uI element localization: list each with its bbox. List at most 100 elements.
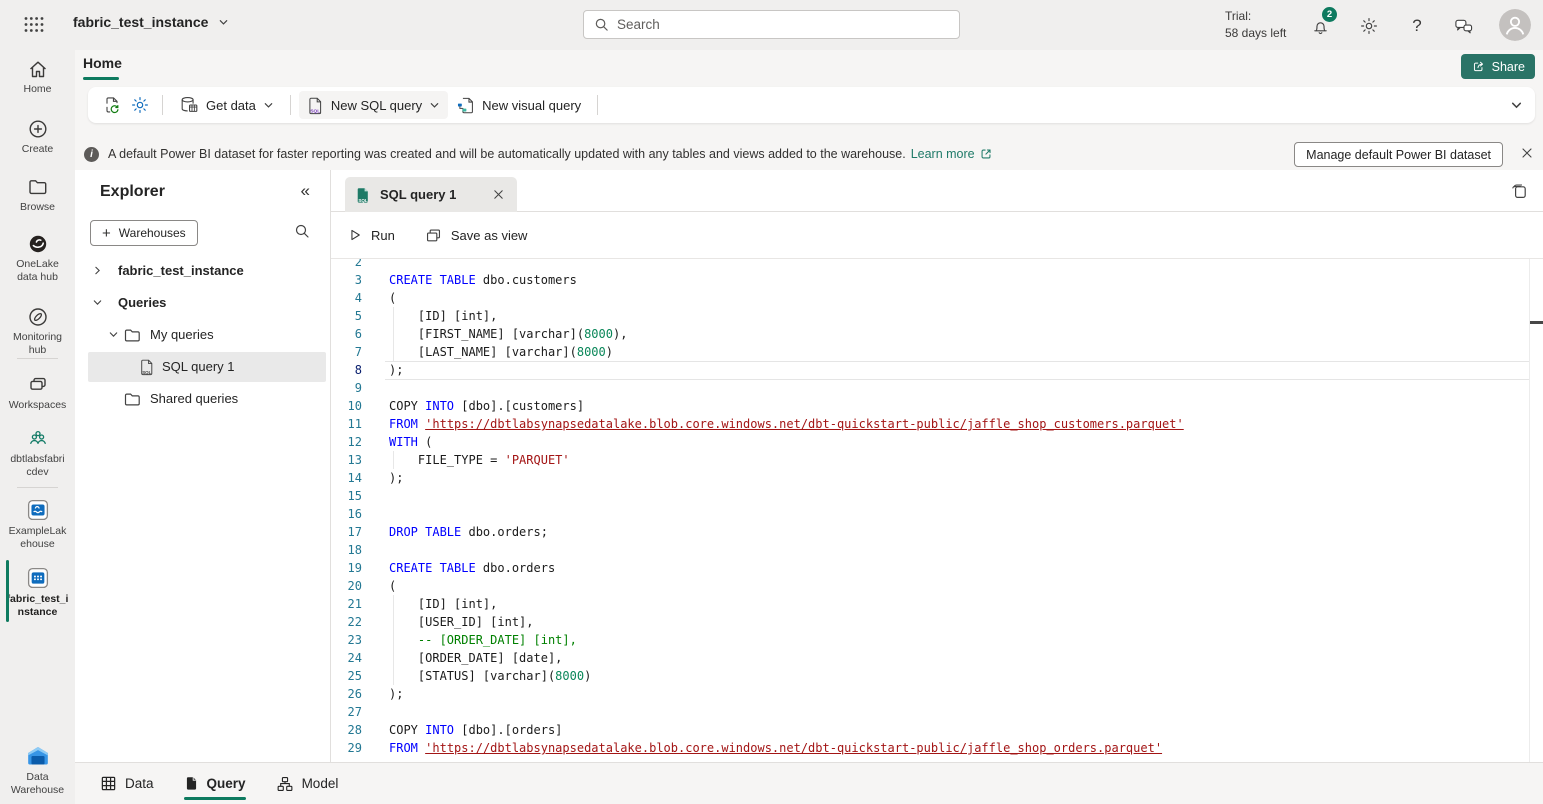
onelake-icon [0, 233, 75, 255]
help-icon[interactable]: ? [1406, 15, 1428, 37]
code-line-11[interactable]: 11FROM 'https://dbtlabsynapsedatalake.bl… [331, 415, 1529, 433]
code-line-7[interactable]: 7 [LAST_NAME] [varchar](8000) [331, 343, 1529, 361]
code-line-12[interactable]: 12WITH ( [331, 433, 1529, 451]
code-line-15[interactable]: 15 [331, 487, 1529, 505]
get-data-button[interactable]: Get data [171, 91, 282, 119]
toolbar-divider [162, 95, 163, 115]
code-line-3[interactable]: 3CREATE TABLE dbo.customers [331, 271, 1529, 289]
tree-item-queries[interactable]: Queries [75, 287, 330, 319]
code-line-28[interactable]: 28COPY INTO [dbo].[orders] [331, 721, 1529, 739]
workspace-switcher[interactable]: fabric_test_instance [73, 14, 229, 30]
banner-close-icon[interactable] [1520, 146, 1534, 160]
settings-gear-icon[interactable] [1358, 15, 1380, 37]
code-line-17[interactable]: 17DROP TABLE dbo.orders; [331, 523, 1529, 541]
code-line-8[interactable]: 8); [331, 361, 1529, 379]
chevron-down-icon[interactable] [92, 297, 103, 308]
nav-item-label: ehouse [0, 538, 75, 551]
line-text: CREATE TABLE dbo.customers [389, 271, 577, 289]
user-avatar[interactable] [1499, 9, 1531, 41]
tree-item-my-queries[interactable]: My queries [75, 319, 330, 351]
code-line-26[interactable]: 26); [331, 685, 1529, 703]
feedback-icon[interactable] [1452, 15, 1474, 37]
nav-item-browse[interactable]: Browse [0, 176, 75, 214]
nav-item-label: Home [0, 83, 75, 96]
code-line-24[interactable]: 24 [ORDER_DATE] [date], [331, 649, 1529, 667]
nav-item-examplelakehouse[interactable]: ExampleLakehouse [0, 498, 75, 551]
tab-title: SQL query 1 [380, 187, 481, 202]
nav-item-workspaces[interactable]: Workspaces [0, 374, 75, 412]
nav-item-monitoring-hub[interactable]: Monitoringhub [0, 306, 75, 357]
code-line-20[interactable]: 20( [331, 577, 1529, 595]
add-warehouses-button[interactable]: + Warehouses [90, 220, 198, 246]
collapse-panel-icon[interactable]: « [301, 181, 310, 201]
overview-cursor-marker [1530, 321, 1543, 324]
code-line-21[interactable]: 21 [ID] [int], [331, 595, 1529, 613]
editor-overview-ruler[interactable] [1529, 259, 1543, 762]
code-line-10[interactable]: 10COPY INTO [dbo].[customers] [331, 397, 1529, 415]
code-line-18[interactable]: 18 [331, 541, 1529, 559]
tree-item-shared-queries[interactable]: Shared queries [75, 383, 330, 415]
chevron-right-icon[interactable] [92, 265, 103, 276]
code-line-23[interactable]: 23 -- [ORDER_DATE] [int], [331, 631, 1529, 649]
tree-item-sql-query-1[interactable]: SQLSQL query 1 [75, 351, 330, 383]
people-icon [0, 428, 75, 450]
tree-item-label: Queries [118, 295, 166, 310]
nav-item-onelake-data-hub[interactable]: OneLakedata hub [0, 233, 75, 284]
nav-item-create[interactable]: Create [0, 118, 75, 156]
left-nav-rail: Home Create Browse OneLakedata hub Monitorin… [0, 50, 75, 804]
code-line-19[interactable]: 19CREATE TABLE dbo.orders [331, 559, 1529, 577]
tab-close-icon[interactable] [490, 186, 507, 203]
querydoc-icon [184, 775, 199, 792]
tab-home[interactable]: Home [83, 55, 122, 71]
new-sql-query-button[interactable]: SQL New SQL query [299, 91, 448, 119]
home-tab-underline [83, 77, 119, 80]
view-tab-data[interactable]: Data [100, 763, 154, 804]
nav-item-dbtlabsfabricdev[interactable]: dbtlabsfabricdev [0, 428, 75, 479]
code-line-9[interactable]: 9 [331, 379, 1529, 397]
code-line-27[interactable]: 27 [331, 703, 1529, 721]
nav-divider [17, 487, 58, 488]
view-tab-model[interactable]: Model [276, 763, 339, 804]
global-search [583, 10, 960, 39]
tree-item-label: Shared queries [150, 391, 238, 406]
nav-item-fabric-test-instance[interactable]: fabric_test_instance [0, 566, 75, 619]
tab-sql-query-1[interactable]: SQL SQL query 1 [345, 177, 517, 212]
refresh-script-button[interactable] [98, 91, 126, 119]
app-launcher-waffle-icon[interactable] [24, 16, 44, 33]
code-line-5[interactable]: 5 [ID] [int], [331, 307, 1529, 325]
code-line-6[interactable]: 6 [FIRST_NAME] [varchar](8000), [331, 325, 1529, 343]
warehouse-settings-gear-icon[interactable] [126, 91, 154, 119]
tree-item-label: My queries [150, 327, 214, 342]
nav-item-label: Warehouse [0, 784, 75, 797]
tree-item-fabric-test-instance[interactable]: fabric_test_instance [75, 255, 330, 287]
code-line-4[interactable]: 4( [331, 289, 1529, 307]
code-line-2[interactable]: 2 [331, 259, 1529, 271]
code-line-22[interactable]: 22 [USER_ID] [int], [331, 613, 1529, 631]
nav-item-home[interactable]: Home [0, 58, 75, 96]
line-text: FROM 'https://dbtlabsynapsedatalake.blob… [389, 415, 1184, 433]
search-input[interactable] [617, 17, 949, 32]
share-button[interactable]: Share [1461, 54, 1535, 79]
nav-item-data-warehouse[interactable]: DataWarehouse [0, 744, 75, 797]
learn-more-link[interactable]: Learn more [911, 147, 993, 161]
folder-icon [124, 392, 141, 407]
run-button[interactable]: Run [348, 228, 395, 243]
new-visual-query-button[interactable]: New visual query [448, 91, 589, 119]
explorer-search-icon[interactable] [294, 223, 310, 239]
save-as-view-button[interactable]: Save as view [425, 227, 528, 244]
view-tab-query[interactable]: Query [184, 763, 246, 804]
code-line-16[interactable]: 16 [331, 505, 1529, 523]
code-line-29[interactable]: 29FROM 'https://dbtlabsynapsedatalake.bl… [331, 739, 1529, 757]
code-line-14[interactable]: 14); [331, 469, 1529, 487]
code-line-25[interactable]: 25 [STATUS] [varchar](8000) [331, 667, 1529, 685]
model-icon [276, 775, 294, 793]
manage-dataset-button[interactable]: Manage default Power BI dataset [1294, 142, 1503, 167]
line-text: [ID] [int], [389, 307, 497, 325]
sql-code-editor[interactable]: 23CREATE TABLE dbo.customers4(5 [ID] [in… [331, 259, 1543, 762]
warehouse-icon [0, 566, 75, 590]
copy-icon[interactable] [1509, 181, 1529, 201]
ribbon-expand-chevron-icon[interactable] [1510, 99, 1523, 112]
chevron-down-icon[interactable] [108, 329, 119, 340]
code-line-13[interactable]: 13 FILE_TYPE = 'PARQUET' [331, 451, 1529, 469]
sql-icon: SQL [139, 358, 155, 376]
